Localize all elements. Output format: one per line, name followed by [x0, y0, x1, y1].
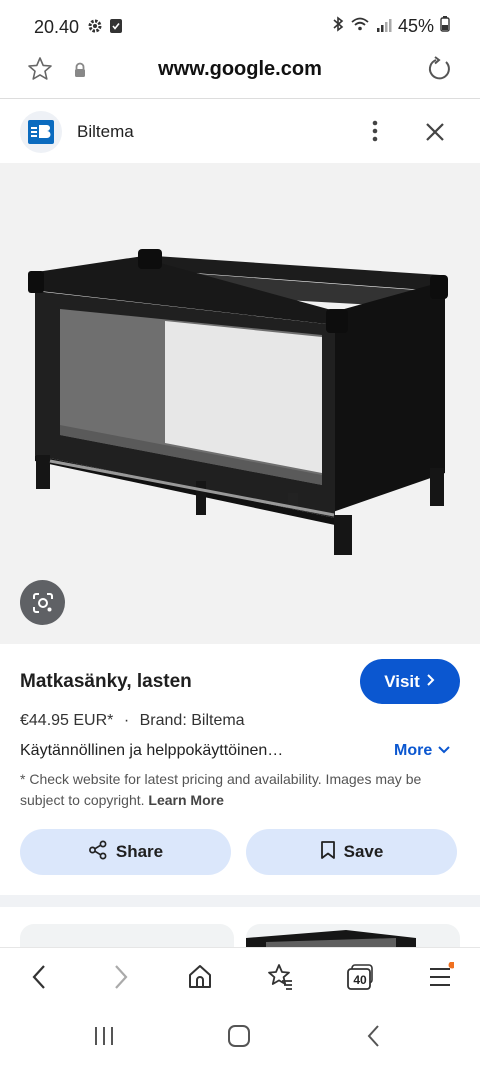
reload-icon[interactable]	[426, 56, 452, 87]
visit-button[interactable]: Visit	[360, 659, 460, 704]
product-title: Matkasänky, lasten	[20, 671, 192, 692]
menu-icon[interactable]	[428, 961, 456, 997]
back-nav-icon[interactable]	[362, 1023, 386, 1054]
save-button[interactable]: Save	[246, 829, 457, 875]
site-header: Biltema	[0, 99, 480, 163]
chevron-down-icon	[437, 742, 451, 760]
checkbox-icon	[109, 18, 123, 39]
site-logo[interactable]	[20, 111, 62, 153]
product-image	[28, 249, 448, 555]
signal-icon	[376, 16, 392, 37]
more-button[interactable]: More	[394, 742, 451, 760]
site-name[interactable]: Biltema	[77, 122, 134, 142]
forward-icon[interactable]	[108, 962, 132, 997]
bookmarks-icon[interactable]	[265, 962, 295, 997]
system-nav-bar	[0, 1007, 480, 1067]
share-label: Share	[115, 842, 164, 861]
disclaimer: * Check website for latest pricing and a…	[20, 769, 460, 811]
price-line: €44.95 EUR* · Brand: Biltema	[20, 712, 245, 730]
home-icon[interactable]	[186, 962, 214, 997]
product-description: Käytännöllinen ja helppokäyttöinen…	[20, 742, 284, 759]
wifi-icon	[350, 16, 370, 37]
section-separator	[0, 895, 480, 907]
share-button[interactable]: Share	[20, 829, 231, 875]
more-label: More	[394, 742, 433, 759]
price-separator: ·	[123, 712, 130, 729]
close-icon[interactable]	[424, 121, 446, 148]
address-bar: www.google.com	[0, 44, 480, 98]
notification-dot	[448, 961, 456, 969]
google-lens-icon[interactable]	[20, 580, 65, 625]
gear-icon	[87, 18, 103, 39]
save-label: Save	[343, 842, 384, 861]
battery-text: 45%	[397, 16, 434, 36]
bluetooth-icon	[332, 16, 344, 37]
tab-count: 40	[353, 973, 367, 987]
product-image-area[interactable]	[0, 163, 480, 644]
product-brand: Brand: Biltema	[139, 712, 245, 729]
learn-more-link[interactable]: Learn More	[148, 792, 223, 808]
more-vert-icon[interactable]	[366, 119, 384, 148]
bookmark-icon	[320, 840, 336, 865]
chevron-right-icon	[426, 672, 436, 692]
back-icon[interactable]	[28, 962, 52, 997]
tabs-icon[interactable]: 40	[346, 962, 376, 997]
share-icon	[88, 840, 108, 865]
url-text[interactable]: www.google.com	[0, 58, 480, 81]
home-nav-icon[interactable]	[226, 1023, 252, 1054]
visit-label: Visit	[384, 671, 420, 691]
product-price: €44.95 EUR*	[20, 712, 114, 729]
status-time: 20.40	[34, 17, 80, 37]
battery-icon	[440, 16, 450, 37]
recent-apps-icon[interactable]	[92, 1023, 116, 1054]
browser-toolbar: 40	[0, 947, 480, 1007]
